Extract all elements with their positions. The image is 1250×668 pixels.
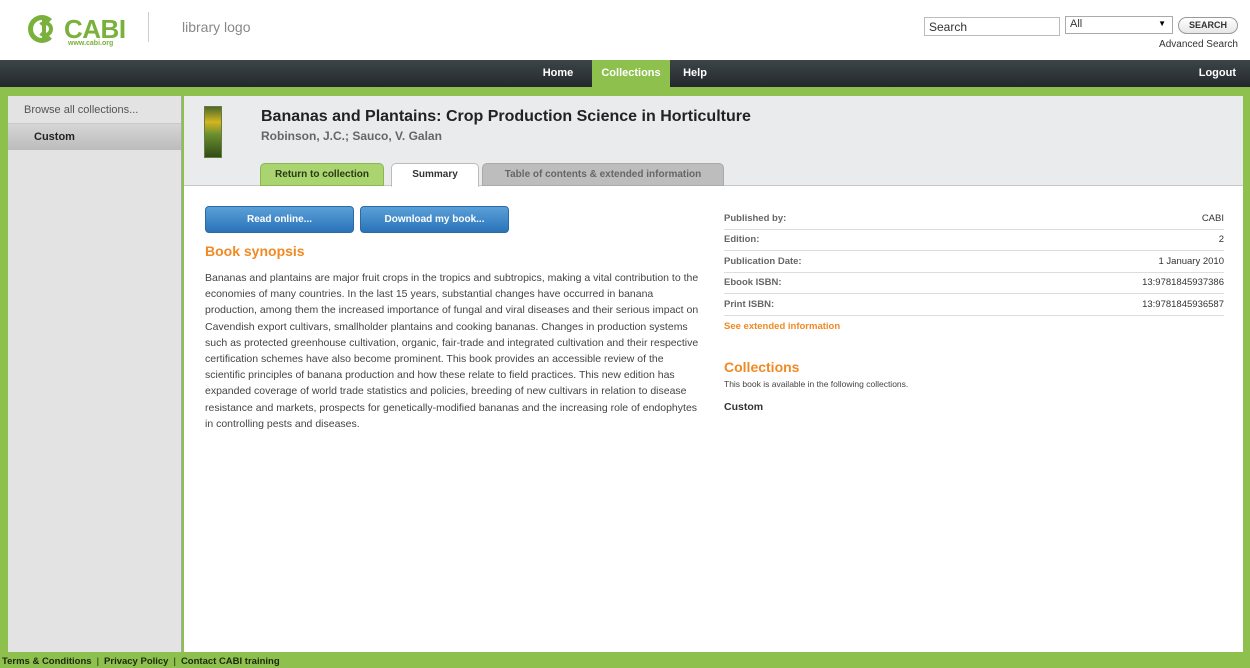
sidebar: Browse all collections... Custom [8,96,182,652]
nav-logout[interactable]: Logout [1199,60,1236,87]
advanced-search-link[interactable]: Advanced Search [1159,39,1238,50]
header: CABI www.cabi.org library logo All ▼ SEA… [0,0,1250,60]
tab-summary[interactable]: Summary [391,163,479,187]
content-frame: Browse all collections... Custom Bananas… [0,87,1250,656]
search-scope-select[interactable]: All ▼ [1065,16,1173,34]
cabi-logo-url: www.cabi.org [68,40,114,47]
nav-home[interactable]: Home [540,60,576,87]
book-authors: Robinson, J.C.; Sauco, V. Galan [261,129,442,143]
meta-row: Ebook ISBN: 13:9781845937386 [724,273,1224,294]
book-title: Bananas and Plantains: Crop Production S… [261,108,751,125]
meta-value: 1 January 2010 [1158,255,1225,267]
tab-return-to-collection[interactable]: Return to collection [260,163,384,186]
nav-collections[interactable]: Collections [592,60,670,87]
main-nav: Home Collections Help Logout [0,60,1250,87]
footer-separator: | [173,656,176,667]
meta-label: Print ISBN: [724,298,775,310]
collections-title: Collections [724,359,800,375]
cabi-logo[interactable]: CABI www.cabi.org [28,10,140,48]
meta-row: Published by: CABI [724,208,1224,230]
synopsis-text: Bananas and plantains are major fruit cr… [205,272,699,430]
meta-label: Ebook ISBN: [724,277,782,289]
tab-table-of-contents[interactable]: Table of contents & extended information [482,163,724,186]
meta-value: 13:9781845937386 [1142,277,1224,289]
nav-help[interactable]: Help [672,60,718,87]
collections-description: This book is available in the following … [724,379,909,389]
meta-label: Edition: [724,234,760,246]
contact-training-link[interactable]: Contact CABI training [181,656,280,667]
meta-value: CABI [1201,212,1224,224]
download-book-button[interactable]: Download my book... [360,206,509,233]
main-panel: Bananas and Plantains: Crop Production S… [184,96,1243,652]
meta-label: Published by: [724,212,787,224]
privacy-link[interactable]: Privacy Policy [104,656,168,667]
library-logo: library logo [182,19,251,35]
see-extended-information-link[interactable]: See extended information [724,321,840,332]
search-scope-value: All [1070,18,1083,30]
terms-link[interactable]: Terms & Conditions [2,656,92,667]
synopsis-title: Book synopsis [205,243,305,259]
cabi-logo-text: CABI [64,14,126,44]
cabi-mark-icon [28,15,62,43]
sidebar-item-custom[interactable]: Custom [8,124,181,150]
collection-item-custom[interactable]: Custom [724,401,763,413]
book-header: Bananas and Plantains: Crop Production S… [184,96,1243,187]
browse-all-collections-link[interactable]: Browse all collections... [8,96,181,124]
search-input[interactable] [924,17,1060,36]
book-metadata: Published by: CABI Edition: 2 Publicatio… [724,208,1224,316]
meta-value: 2 [1218,234,1224,246]
footer: Terms & Conditions | Privacy Policy | Contac… [0,656,1250,668]
footer-separator: | [96,656,100,667]
meta-row: Print ISBN: 13:9781845936587 [724,294,1224,316]
meta-row: Publication Date: 1 January 2010 [724,251,1224,273]
meta-value: 13:9781845936587 [1142,298,1224,310]
meta-label: Publication Date: [724,255,802,267]
logo-divider [148,12,149,42]
read-online-button[interactable]: Read online... [205,206,354,233]
meta-row: Edition: 2 [724,230,1224,251]
chevron-down-icon: ▼ [1158,19,1166,28]
search-button[interactable]: SEARCH [1178,17,1238,34]
book-cover-thumbnail [204,106,222,158]
